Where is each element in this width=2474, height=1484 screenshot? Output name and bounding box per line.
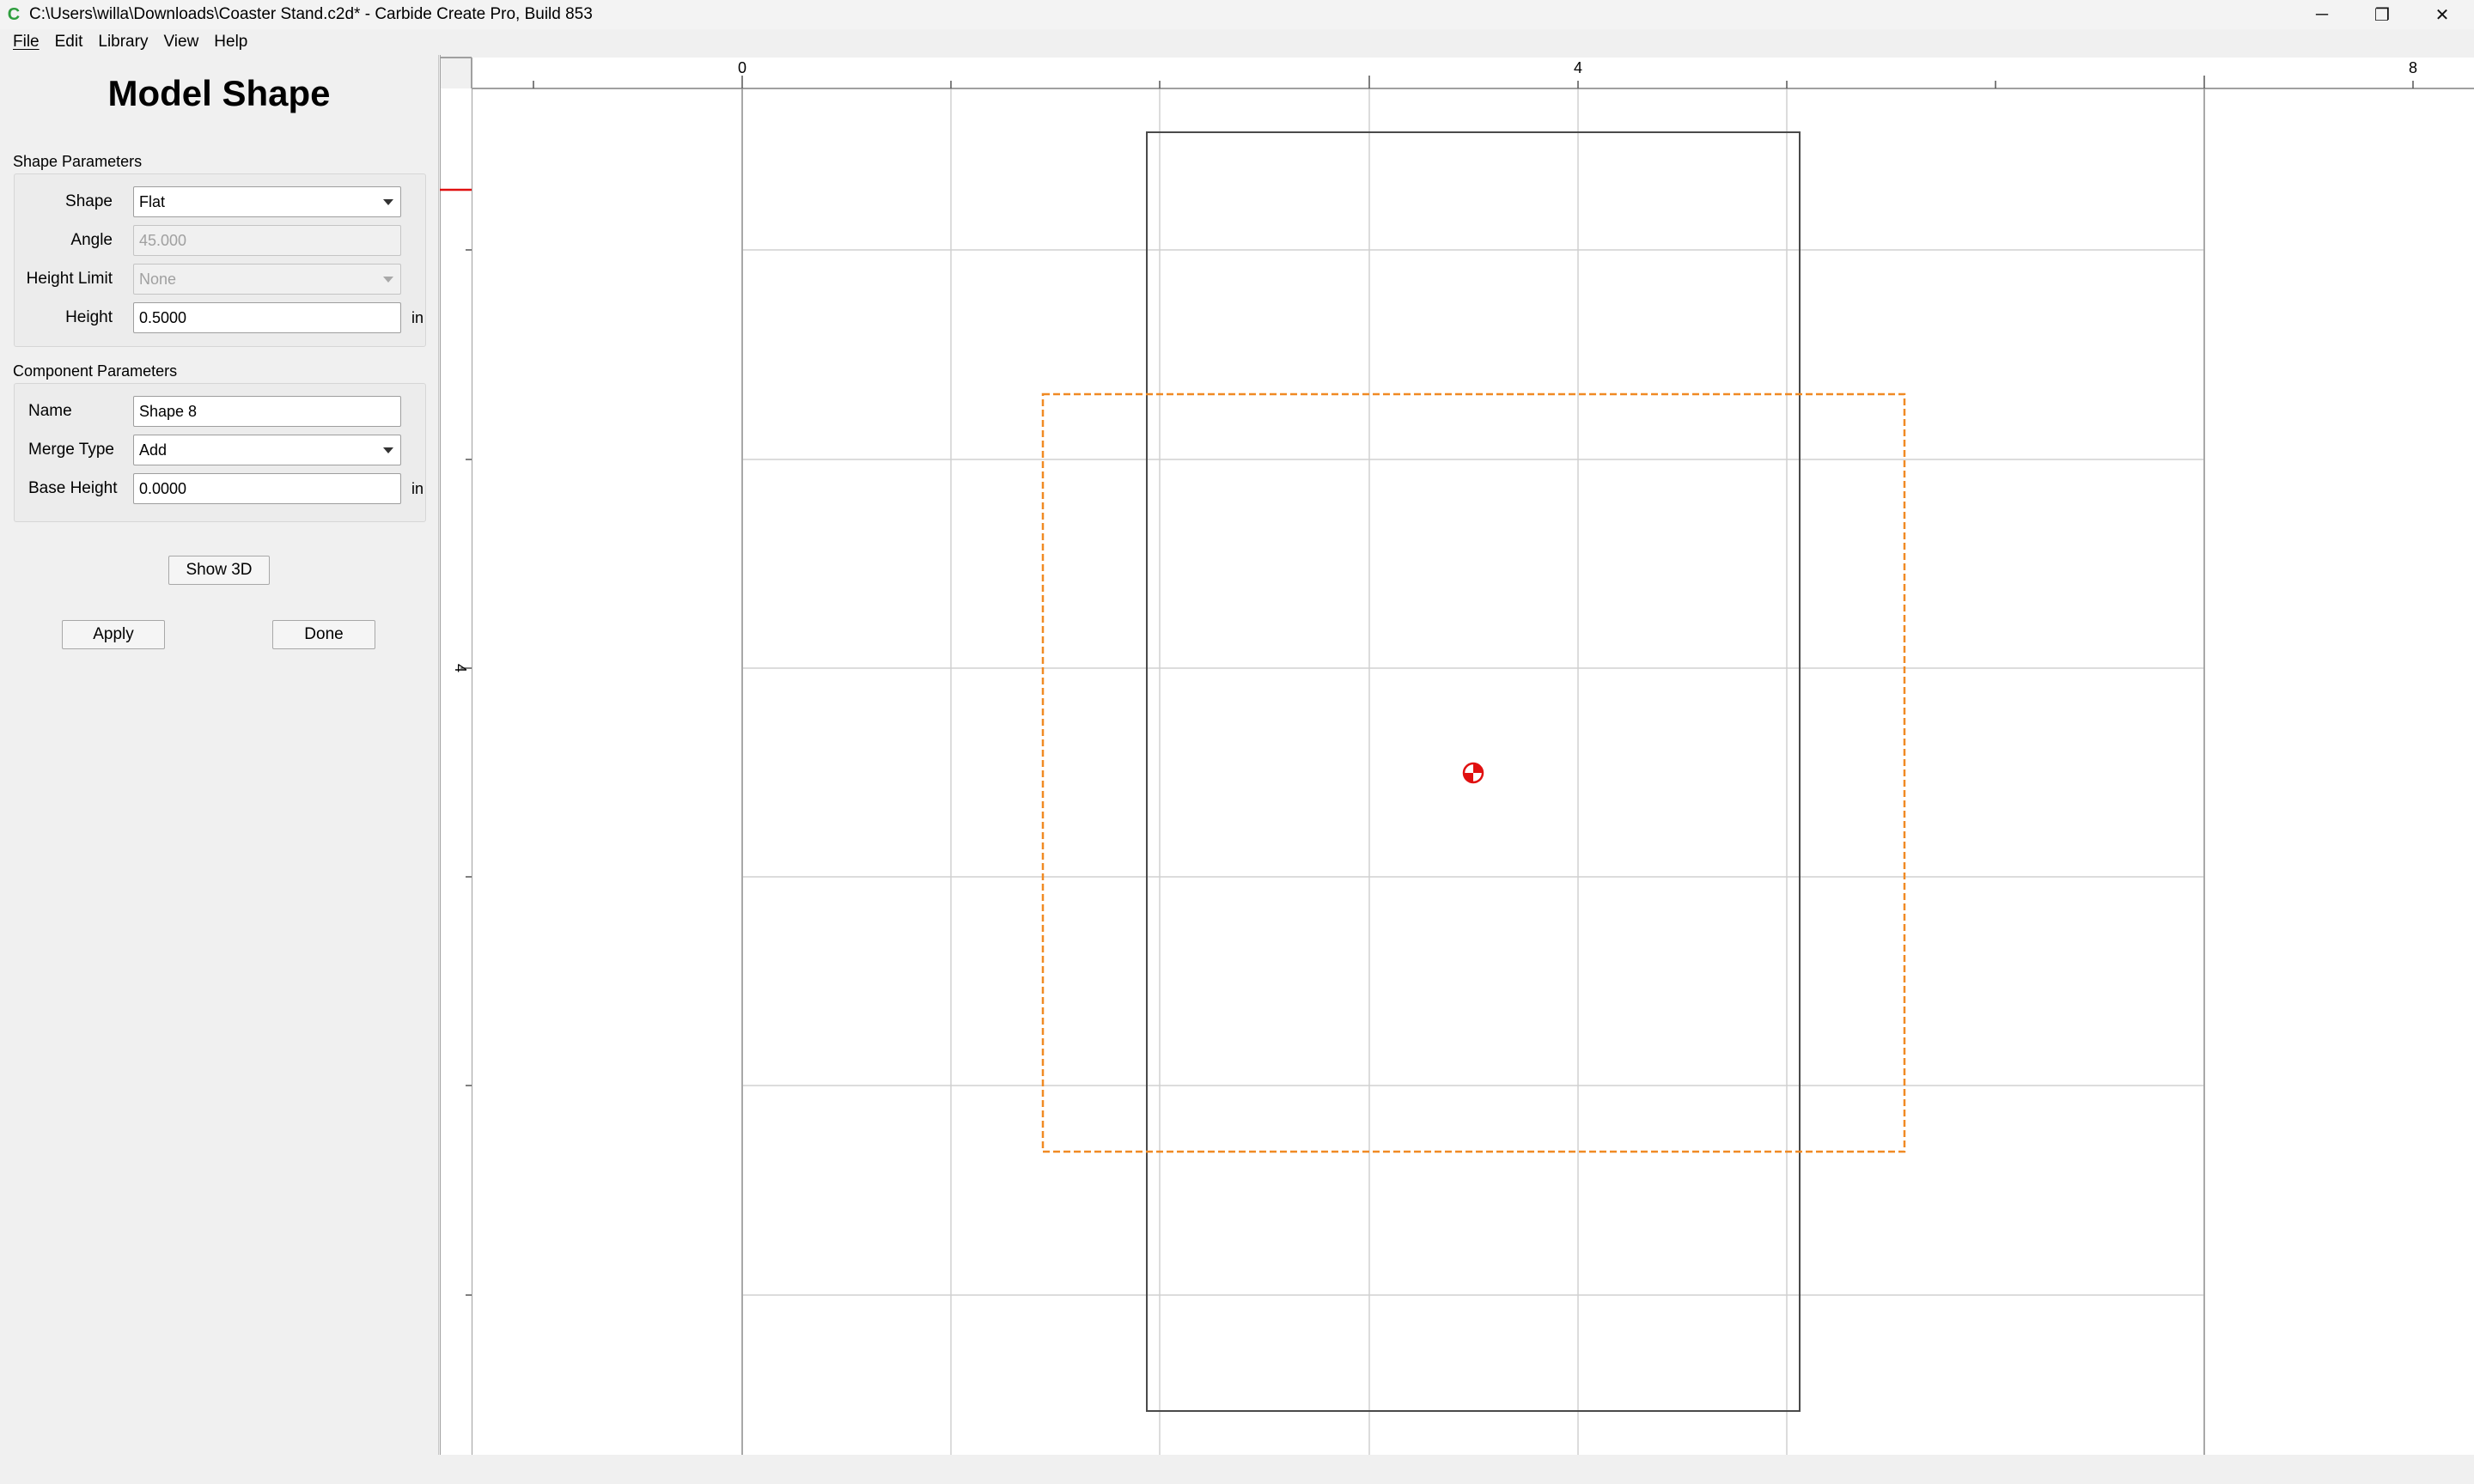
panel-title: Model Shape <box>107 73 331 113</box>
name-label: Name <box>28 402 72 420</box>
left-ruler: 4 <box>439 55 472 1455</box>
merge-type-value: Add <box>139 441 168 459</box>
shape-label: Shape <box>65 192 113 210</box>
ruler-label-4-vertical: 4 <box>452 664 469 672</box>
ruler-label-8: 8 <box>2409 59 2417 76</box>
height-value: 0.5000 <box>139 309 187 326</box>
left-ruler-background <box>440 88 472 1455</box>
show-3d-button[interactable]: Show 3D <box>168 556 270 585</box>
angle-field: 45.000 <box>133 225 401 256</box>
name-field[interactable]: Shape 8 <box>133 396 401 427</box>
height-field[interactable]: 0.5000 <box>133 302 401 333</box>
model-shape-panel: Model Shape Shape Parameters Shape Flat … <box>0 55 439 1455</box>
title-bar: C C:\Users\willa\Downloads\Coaster Stand… <box>0 0 2474 29</box>
close-icon: ✕ <box>2434 5 2450 25</box>
done-button[interactable]: Done <box>272 620 375 649</box>
window-title: C:\Users\willa\Downloads\Coaster Stand.c… <box>29 5 593 23</box>
menu-edit[interactable]: Edit <box>47 29 91 55</box>
height-limit-value: None <box>139 271 177 288</box>
angle-label: Angle <box>70 231 113 249</box>
status-bar <box>0 1455 2474 1484</box>
close-button[interactable]: ✕ <box>2412 0 2472 29</box>
base-height-value: 0.0000 <box>139 480 187 497</box>
shape-parameters-group: Shape Flat Angle 45.000 Height Limit Non… <box>14 173 426 347</box>
top-ruler-background <box>472 58 2474 88</box>
angle-value: 45.000 <box>139 232 187 249</box>
base-height-label: Base Height <box>28 479 118 497</box>
base-height-unit: in <box>411 480 424 497</box>
menu-bar: File Edit Library View Help <box>0 29 2474 55</box>
restore-icon: ❐ <box>2374 5 2390 25</box>
component-parameters-group: Name Shape 8 Merge Type Add Base Height … <box>14 383 426 522</box>
menu-view[interactable]: View <box>155 29 206 55</box>
minimize-icon: ─ <box>2315 4 2329 24</box>
name-value: Shape 8 <box>139 403 198 420</box>
shape-parameters-label: Shape Parameters <box>13 153 143 170</box>
canvas-svg[interactable]: 0 4 8 4 <box>439 55 2474 1455</box>
height-limit-label: Height Limit <box>26 270 113 288</box>
ruler-label-0: 0 <box>738 59 746 76</box>
height-label: Height <box>65 308 113 326</box>
carbide-create-icon: C <box>7 5 21 24</box>
height-unit: in <box>411 309 424 326</box>
apply-button[interactable]: Apply <box>62 620 165 649</box>
design-canvas[interactable]: 0 4 8 4 <box>439 55 2474 1455</box>
chevron-down-icon <box>383 277 393 283</box>
shape-select-value: Flat <box>139 193 166 210</box>
minimize-button[interactable]: ─ <box>2292 0 2352 29</box>
shape-select[interactable]: Flat <box>133 186 401 217</box>
menu-help[interactable]: Help <box>206 29 255 55</box>
base-height-field[interactable]: 0.0000 <box>133 473 401 504</box>
height-limit-select: None <box>133 264 401 295</box>
ruler-label-4: 4 <box>1574 59 1582 76</box>
chevron-down-icon <box>383 199 393 205</box>
chevron-down-icon <box>383 447 393 453</box>
merge-type-select[interactable]: Add <box>133 435 401 465</box>
center-marker-icon[interactable] <box>1462 762 1484 784</box>
component-parameters-label: Component Parameters <box>13 362 178 380</box>
menu-library[interactable]: Library <box>90 29 155 55</box>
maximize-button[interactable]: ❐ <box>2352 0 2412 29</box>
menu-file[interactable]: File <box>0 29 47 55</box>
merge-type-label: Merge Type <box>28 441 114 459</box>
